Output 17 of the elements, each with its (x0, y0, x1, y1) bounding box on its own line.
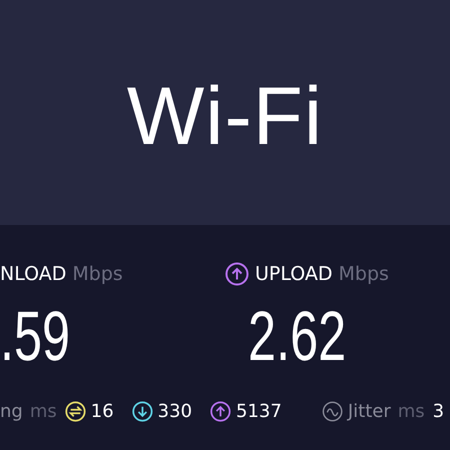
result-label: UPLOAD (255, 263, 333, 285)
jitter-label: Jitter (348, 401, 391, 422)
jitter-value: 3 (432, 401, 444, 422)
unit-label: ms (398, 401, 425, 422)
unit-label: Mbps (338, 263, 389, 285)
two-arrows-icon (64, 401, 86, 422)
ping-value: 16 (90, 401, 114, 422)
wave-icon (322, 401, 343, 422)
network-title: Wi-Fi (126, 70, 324, 164)
speed-value: .59 (0, 301, 72, 371)
unit-label: ms (30, 401, 57, 422)
ping-value: 5137 (236, 401, 282, 422)
speed-value: 2.62 (247, 301, 348, 371)
unit-label: Mbps (72, 263, 123, 285)
ping-value: 330 (158, 401, 192, 422)
result-label: NLOAD (0, 263, 66, 285)
ping-label: ng (0, 401, 23, 422)
